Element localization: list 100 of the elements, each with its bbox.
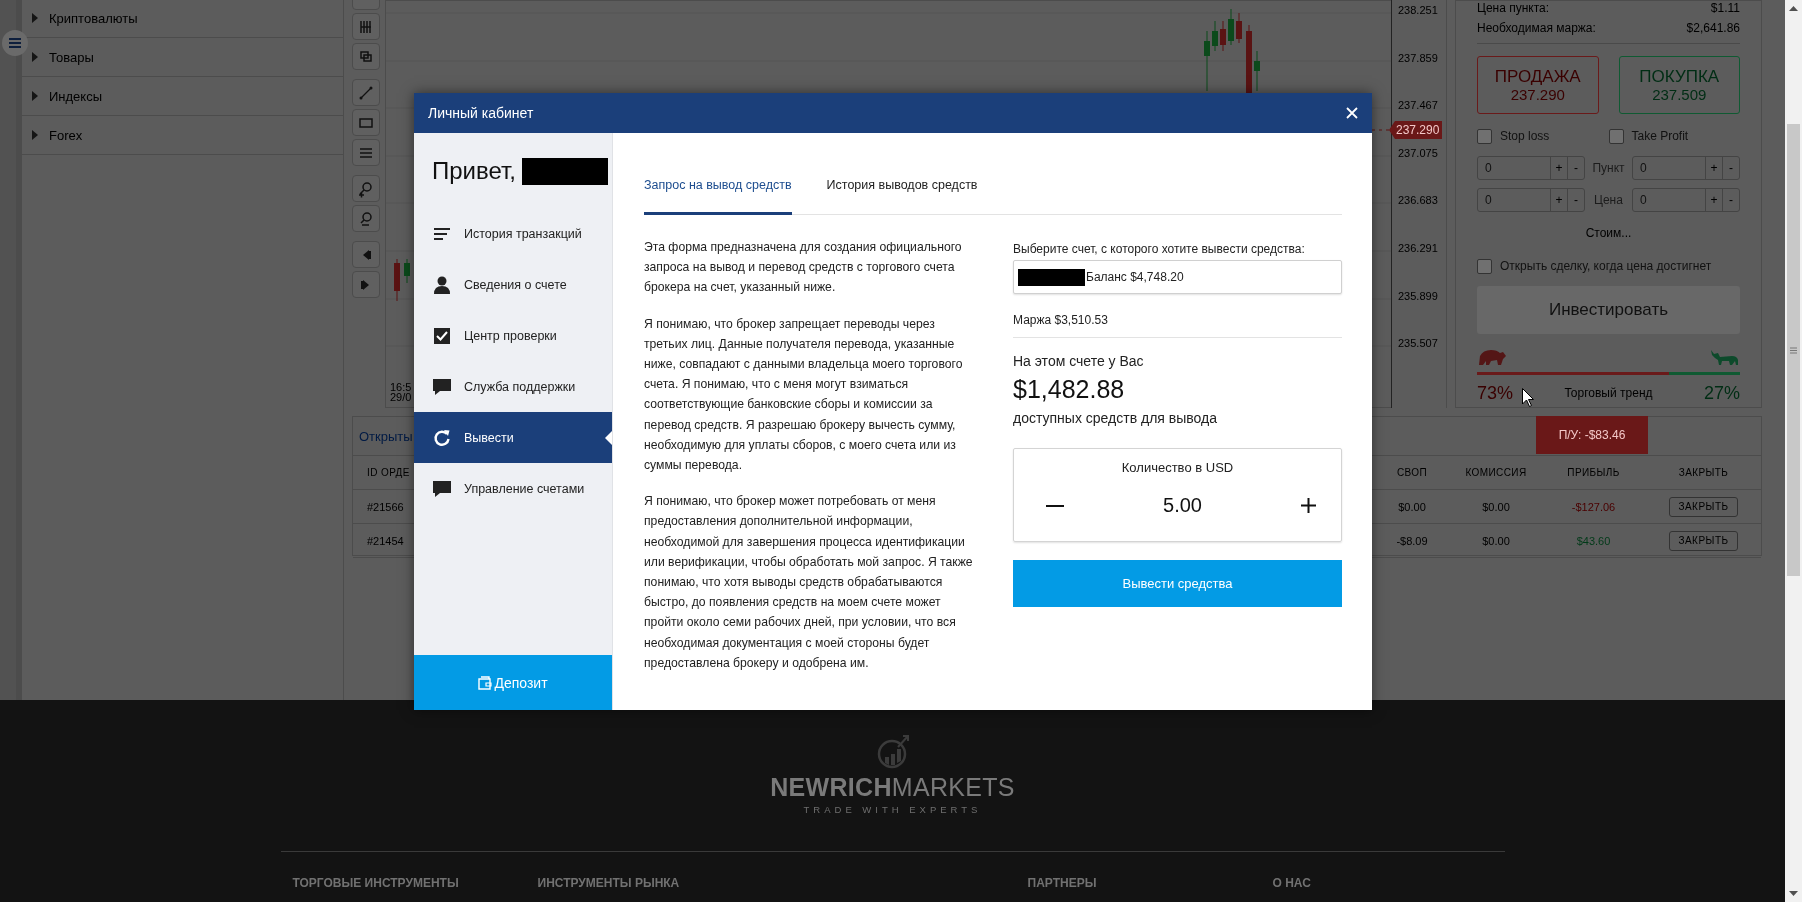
number-field[interactable]: 0 + - xyxy=(1477,156,1585,180)
decrement-button[interactable]: - xyxy=(1567,189,1584,211)
column-header: КОМИССИЯ xyxy=(1464,467,1528,478)
table-cell-text: -$8.09 xyxy=(1395,534,1429,547)
table-cell-text: #21454 xyxy=(366,534,405,547)
point-price-value: $1.11 xyxy=(1710,1,1740,15)
price-label: 237.859 xyxy=(1397,51,1439,64)
menu-button[interactable] xyxy=(2,30,28,56)
tool-button[interactable] xyxy=(352,109,380,136)
sell-button[interactable]: ПРОДАЖА 237.290 xyxy=(1477,56,1599,114)
buy-share: 27% xyxy=(1703,382,1740,404)
option-label: Открыть сделку, когда цена достигнет xyxy=(1500,259,1712,273)
trend-title: Торговый тренд xyxy=(1564,386,1653,400)
column-header: ЗАКРЫТЬ xyxy=(1677,467,1730,478)
candle xyxy=(1254,50,1260,92)
terms-paragraph: Я понимаю, что брокер запрещает переводы через третьих лиц. Данные получателя перевода, указанные ниже, совпадают с данными владельца моего торгового счета. Я понимаю, что с меня могут взиматься соответствующие банковские сборы и комиссии за перевод средств. Я разрешаю брокеру вычесть сумму, необходимую для уплаты сборов, с моего счета или из суммы перевода. xyxy=(644,315,964,475)
close-position-button[interactable]: ЗАКРЫТЬ xyxy=(1669,496,1738,517)
candle xyxy=(394,258,400,302)
decrement-button[interactable]: - xyxy=(1722,157,1739,179)
checkbox[interactable] xyxy=(1477,128,1492,144)
scroll-up-icon xyxy=(1789,6,1798,12)
profit-cell-text: $43.60 xyxy=(1575,534,1612,547)
tool-button[interactable] xyxy=(352,241,380,268)
option-label: Take Profit xyxy=(1631,129,1689,143)
checkbox[interactable] xyxy=(1608,128,1624,144)
tool-button[interactable] xyxy=(352,79,380,106)
price-label: 237.075 xyxy=(1397,146,1439,159)
checkbox[interactable] xyxy=(1477,258,1492,274)
scroll-down-icon xyxy=(1789,890,1798,896)
menu-item[interactable]: Центр проверки xyxy=(414,310,612,361)
tool-button[interactable] xyxy=(352,205,380,232)
tab[interactable]: История выводов средств xyxy=(826,178,978,215)
buy-button[interactable]: ПОКУПКА 237.509 xyxy=(1618,56,1740,114)
amount-value: 5.00 xyxy=(1163,494,1202,517)
tool-button[interactable] xyxy=(352,175,380,202)
grip-icon xyxy=(1790,346,1797,354)
greeting: Привет, xyxy=(432,156,517,185)
tool-button[interactable] xyxy=(352,139,380,166)
margin-text: Маржа $3,510.53 xyxy=(1013,313,1342,338)
withdraw-button[interactable]: Вывести средства xyxy=(1013,560,1342,607)
price-label: 235.899 xyxy=(1397,289,1439,302)
input-label: Пункт xyxy=(1591,161,1626,175)
cursor-icon xyxy=(1522,388,1534,407)
chat-icon xyxy=(432,376,452,397)
footer-heading: О НАС xyxy=(1272,876,1312,890)
increment-button[interactable]: + xyxy=(1550,157,1567,179)
price-label: 236.683 xyxy=(1397,194,1439,207)
wallet-icon xyxy=(478,675,493,690)
column-header: ID ОРДЕ xyxy=(366,467,411,478)
scrollbar[interactable] xyxy=(1785,0,1802,902)
close-icon xyxy=(1346,107,1358,119)
table-cell-text: $0.00 xyxy=(1481,534,1511,547)
close-button[interactable] xyxy=(1346,107,1358,119)
margin-value: $2,641.86 xyxy=(1686,21,1740,35)
menu-item[interactable]: Вывести xyxy=(414,412,612,463)
increment-button[interactable]: + xyxy=(1550,189,1567,211)
zoom-in-icon xyxy=(357,179,375,198)
table-cell-text: $0.00 xyxy=(1397,500,1427,513)
increment-button[interactable]: + xyxy=(1705,157,1722,179)
footer-heading: ПАРТНЕРЫ xyxy=(1027,876,1098,890)
person-icon xyxy=(432,274,452,295)
number-field[interactable]: 0 + - xyxy=(1632,188,1740,212)
profit-cell-text: -$127.06 xyxy=(1570,500,1617,513)
scrollbar-thumb[interactable] xyxy=(1787,124,1800,576)
increment-button[interactable]: + xyxy=(1705,189,1722,211)
number-field[interactable]: 0 + - xyxy=(1477,188,1585,212)
menu-item[interactable]: История транзакций xyxy=(414,208,612,259)
tool-button[interactable] xyxy=(352,271,380,298)
tab[interactable]: Запрос на вывод средств xyxy=(644,178,792,215)
menu-icon xyxy=(9,37,21,49)
invest-button[interactable]: Инвестировать xyxy=(1477,286,1740,334)
positions-tab[interactable]: Открыты xyxy=(359,428,413,444)
footer-heading: ТОРГОВЫЕ ИНСТРУМЕНТЫ xyxy=(292,876,460,890)
decrement-button[interactable]: - xyxy=(1722,189,1739,211)
redaction-bar xyxy=(1018,268,1085,286)
tagline: TRADE WITH EXPERTS xyxy=(803,804,982,815)
market-category[interactable]: Индексы xyxy=(22,77,343,116)
decrement-button[interactable]: - xyxy=(1567,157,1584,179)
candle xyxy=(1212,20,1218,52)
available-caption: доступных средств для вывода xyxy=(1013,410,1218,426)
available-intro: На этом счете у Вас xyxy=(1013,353,1145,369)
input-label: Цена xyxy=(1593,193,1624,207)
bear-icon xyxy=(1477,348,1507,366)
close-position-button[interactable]: ЗАКРЫТЬ xyxy=(1669,530,1738,551)
candle xyxy=(1228,8,1234,46)
increase-button[interactable] xyxy=(1301,498,1316,513)
sell-share: 73% xyxy=(1477,382,1514,404)
menu-item[interactable]: Сведения о счете xyxy=(414,259,612,310)
account-select[interactable]: Баланс $4,748.20 xyxy=(1013,260,1342,294)
market-category[interactable]: Forex xyxy=(22,116,343,155)
account-prompt: Выберите счет, с которого хотите вывести средства: xyxy=(1013,242,1306,256)
tool-button[interactable] xyxy=(352,13,380,40)
tool-button[interactable] xyxy=(352,43,380,70)
number-field[interactable]: 0 + - xyxy=(1632,156,1740,180)
menu-item[interactable]: Управление счетами xyxy=(414,463,612,514)
checkbox-icon xyxy=(432,325,452,346)
market-category[interactable]: Товары xyxy=(22,38,343,77)
market-category[interactable]: Криптовалюты xyxy=(22,0,343,38)
menu-item[interactable]: Служба поддержки xyxy=(414,361,612,412)
deposit-button[interactable]: Депозит xyxy=(414,655,612,710)
